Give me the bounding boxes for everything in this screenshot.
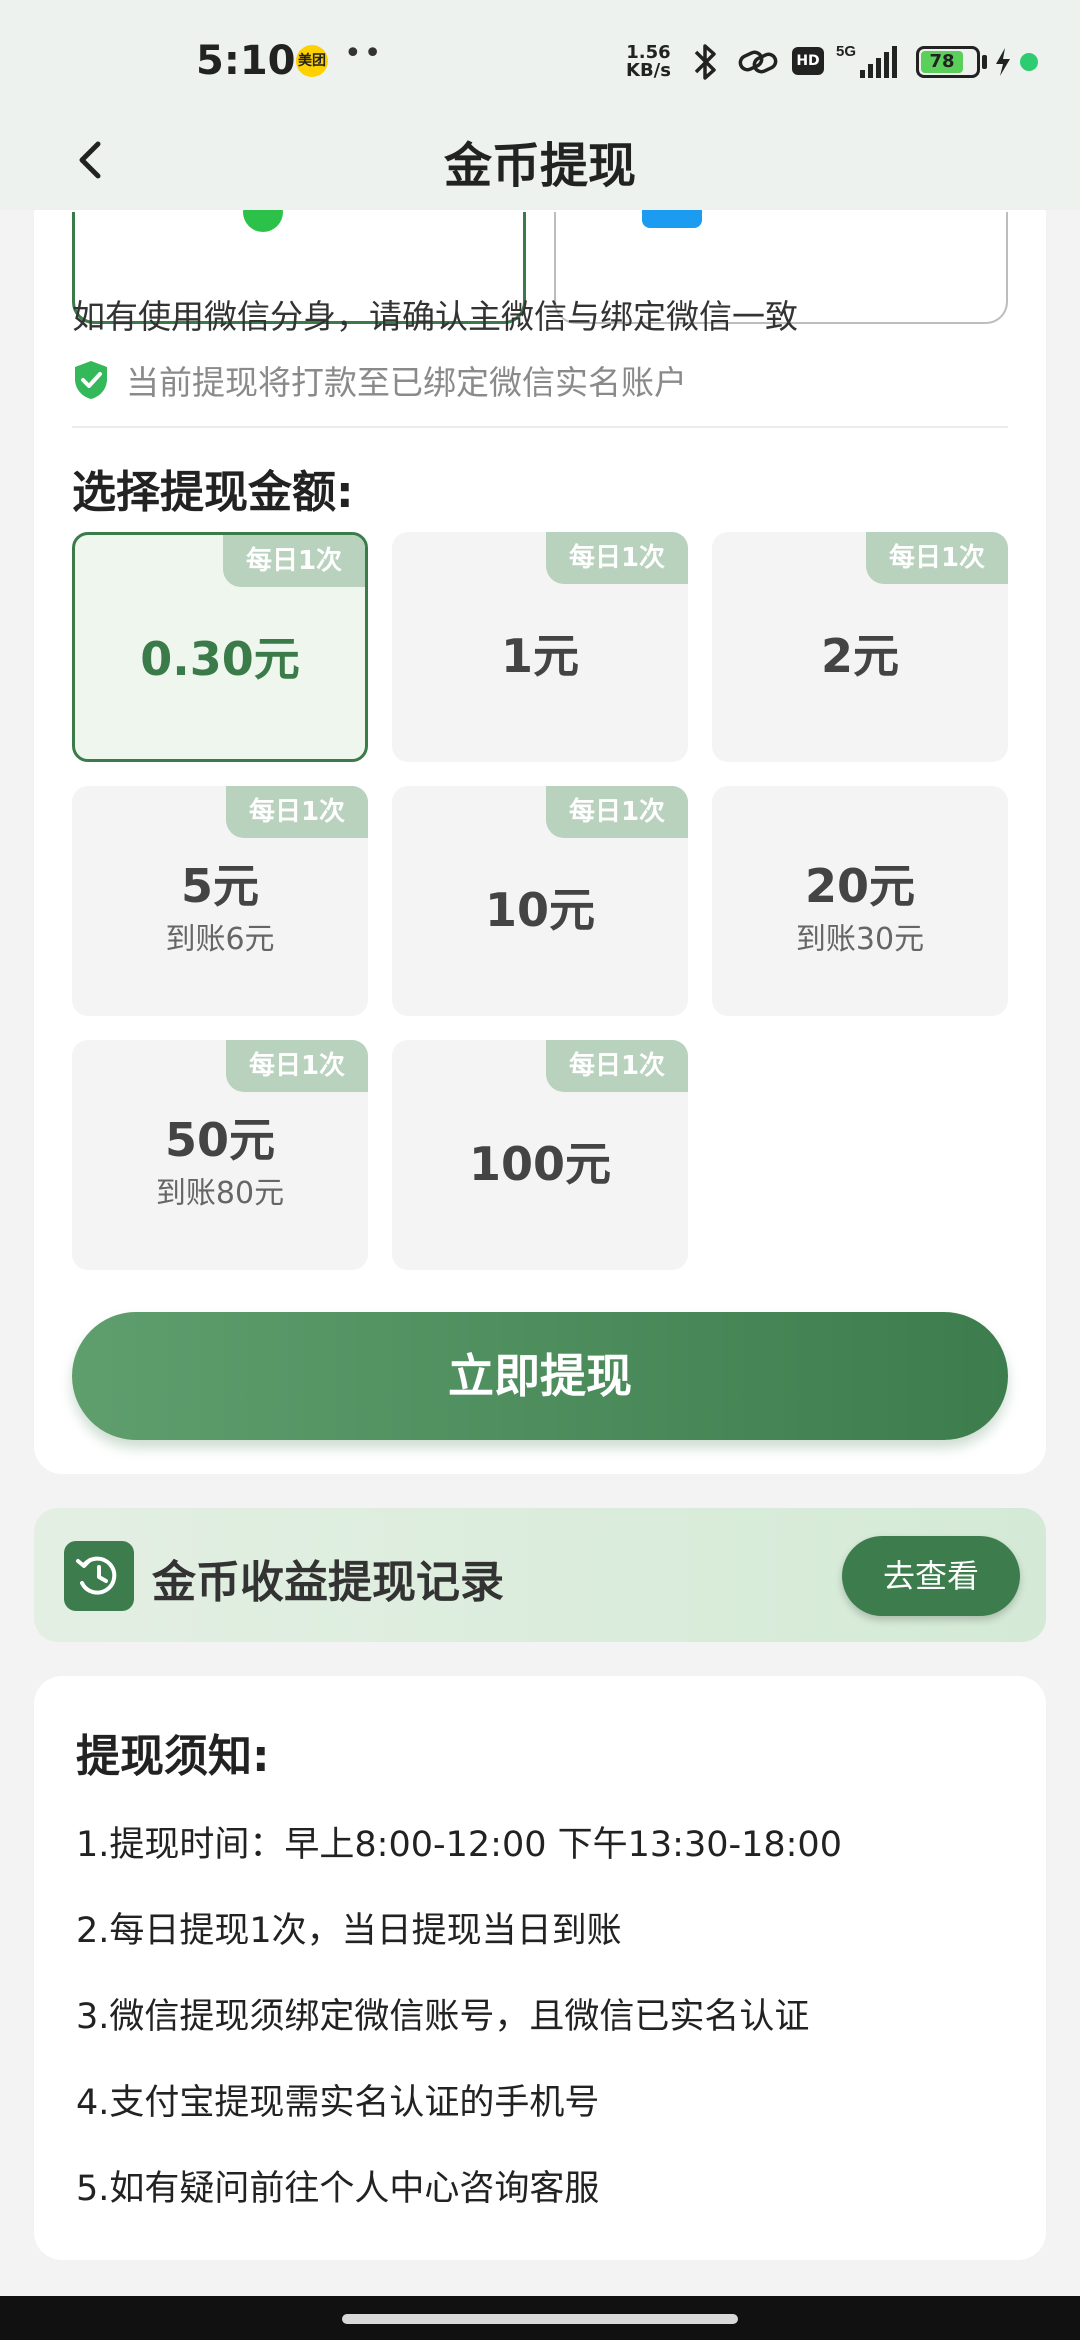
tile-amount: 0.30元	[140, 632, 300, 686]
notice-title: 提现须知:	[76, 1731, 270, 1782]
amount-tile-0.30[interactable]: 每日1次 0.30元	[72, 532, 368, 762]
amount-section-title: 选择提现金额:	[72, 467, 354, 518]
shield-check-icon	[75, 361, 107, 399]
clock: 5:10	[196, 38, 296, 84]
view-records-button[interactable]: 去查看	[842, 1536, 1020, 1616]
home-gesture-handle[interactable]	[342, 2314, 738, 2324]
amount-grid: 每日1次 0.30元 每日1次 1元 每日1次 2元 每日1次 5元 到账6元 …	[72, 532, 1008, 1272]
amount-tile-50[interactable]: 每日1次 50元 到账80元	[72, 1040, 368, 1270]
notice-item: 4.支付宝提现需实名认证的手机号	[76, 2083, 600, 2123]
tile-amount: 1元	[500, 629, 579, 683]
amount-tile-20[interactable]: 20元 到账30元	[712, 786, 1008, 1016]
tile-amount: 50元	[164, 1113, 275, 1167]
daily-limit-badge: 每日1次	[226, 1040, 368, 1092]
tile-credited-amount: 到账6元	[165, 922, 275, 957]
tile-amount: 10元	[484, 883, 595, 937]
divider	[72, 426, 1008, 428]
battery-cap	[982, 55, 987, 69]
battery-icon: 78	[916, 46, 980, 78]
battery-level: 78	[921, 51, 964, 73]
notice-item: 3.微信提现须绑定微信账号，且微信已实名认证	[76, 1997, 810, 2037]
status-bar: 5:10 美团 •• 1.56 KB/s HD 5G 78	[0, 0, 1080, 120]
amount-tile-5[interactable]: 每日1次 5元 到账6元	[72, 786, 368, 1016]
daily-limit-badge: 每日1次	[866, 532, 1008, 584]
amount-tile-2[interactable]: 每日1次 2元	[712, 532, 1008, 762]
signal-icon: 5G	[836, 43, 897, 78]
notice-list: 1.提现时间：早上8:00-12:00 下午13:30-18:00 2.每日提现…	[76, 1802, 1016, 2232]
history-clock-icon	[64, 1541, 134, 1611]
withdraw-now-button[interactable]: 立即提现	[72, 1312, 1008, 1440]
tile-credited-amount: 到账80元	[155, 1176, 285, 1211]
tile-amount: 2元	[820, 629, 899, 683]
daily-limit-badge: 每日1次	[546, 1040, 688, 1092]
daily-limit-badge: 每日1次	[546, 786, 688, 838]
tile-credited-amount: 到账30元	[795, 922, 925, 957]
gesture-navigation-bar	[0, 2296, 1080, 2340]
bluetooth-icon	[694, 44, 716, 80]
notice-item: 5.如有疑问前往个人中心咨询客服	[76, 2169, 600, 2209]
amount-tile-100[interactable]: 每日1次 100元	[392, 1040, 688, 1270]
notice-item: 1.提现时间：早上8:00-12:00 下午13:30-18:00	[76, 1825, 842, 1865]
records-title: 金币收益提现记录	[152, 1557, 504, 1608]
secure-notice: 当前提现将打款至已绑定微信实名账户	[72, 356, 687, 404]
daily-limit-badge: 每日1次	[226, 786, 368, 838]
tile-amount: 100元	[468, 1137, 612, 1191]
tile-amount: 5元	[180, 859, 259, 913]
svg-text:5G: 5G	[836, 43, 856, 60]
withdraw-card: 如有使用微信分身，请确认主微信与绑定微信一致 当前提现将打款至已绑定微信实名账户…	[34, 150, 1046, 1474]
more-notifications-icon: ••	[344, 36, 384, 71]
link-icon	[738, 50, 778, 74]
notice-item: 2.每日提现1次，当日提现当日到账	[76, 1911, 622, 1951]
amount-tile-10[interactable]: 每日1次 10元	[392, 786, 688, 1016]
amount-tile-1[interactable]: 每日1次 1元	[392, 532, 688, 762]
tile-amount: 20元	[804, 859, 915, 913]
charging-icon	[996, 48, 1010, 76]
meituan-notification-icon: 美团	[296, 45, 328, 77]
hd-voice-icon: HD	[792, 47, 824, 75]
wechat-clone-hint: 如有使用微信分身，请确认主微信与绑定微信一致	[72, 297, 798, 336]
network-speed-unit: KB/s	[626, 60, 671, 81]
withdraw-notice-card: 提现须知: 1.提现时间：早上8:00-12:00 下午13:30-18:00 …	[34, 1676, 1046, 2260]
withdraw-records-banner[interactable]: 金币收益提现记录 去查看	[34, 1508, 1046, 1642]
page-title: 金币提现	[443, 138, 636, 194]
app-header: 5:10 美团 •• 1.56 KB/s HD 5G 78 金币提现	[0, 0, 1080, 210]
daily-limit-badge: 每日1次	[223, 535, 365, 587]
secure-notice-text: 当前提现将打款至已绑定微信实名账户	[126, 363, 687, 402]
nav-bar: 金币提现	[0, 110, 1080, 210]
privacy-indicator-dot	[1020, 53, 1038, 71]
daily-limit-badge: 每日1次	[546, 532, 688, 584]
network-speed: 1.56 KB/s	[626, 44, 671, 80]
